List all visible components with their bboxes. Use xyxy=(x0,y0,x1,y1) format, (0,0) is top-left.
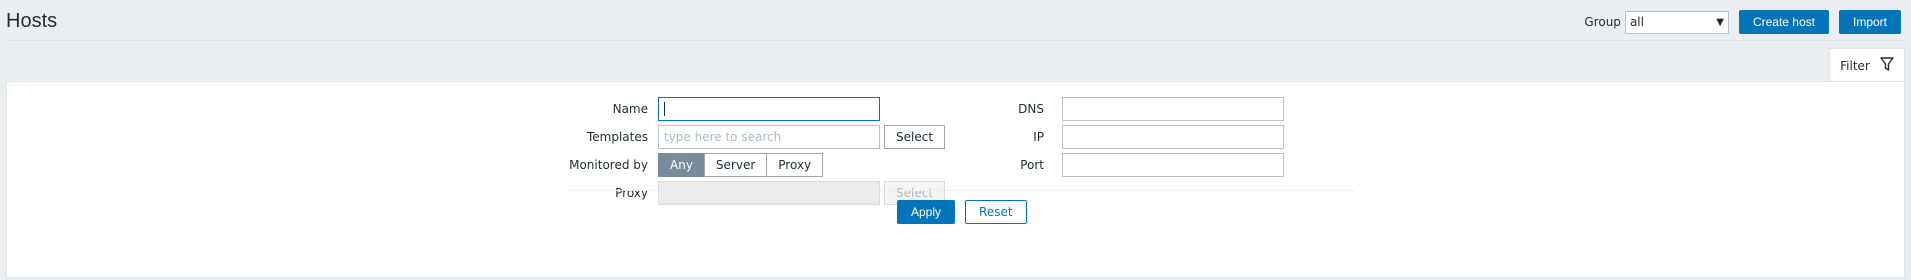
filter-panel: Name Templates type here to search Selec… xyxy=(6,81,1905,278)
monitored-by-server[interactable]: Server xyxy=(703,153,768,177)
monitored-by-row: Monitored by Any Server Proxy xyxy=(568,153,824,177)
dns-input[interactable] xyxy=(1062,97,1284,121)
port-input[interactable] xyxy=(1062,153,1284,177)
templates-select-button[interactable]: Select xyxy=(884,125,946,149)
form-divider xyxy=(568,190,1354,191)
group-select-value: all xyxy=(1629,15,1644,29)
import-button[interactable]: Import xyxy=(1838,10,1901,34)
templates-row: Templates type here to search Select xyxy=(568,125,946,149)
header-controls: Group all ▼ Create host Import xyxy=(1584,10,1901,34)
ip-row: IP xyxy=(992,125,1284,149)
name-row: Name xyxy=(568,97,880,121)
dns-label: DNS xyxy=(1018,102,1044,116)
tab-filter[interactable]: Filter xyxy=(1829,48,1905,82)
filter-icon xyxy=(1880,57,1894,74)
chevron-down-icon: ▼ xyxy=(1716,16,1724,28)
proxy-input xyxy=(658,181,880,205)
ip-input[interactable] xyxy=(1062,125,1284,149)
proxy-row: Proxy Select xyxy=(568,181,946,205)
page-title: Hosts xyxy=(6,10,58,32)
templates-input[interactable]: type here to search xyxy=(658,125,880,149)
dns-row: DNS xyxy=(992,97,1284,121)
monitored-by-proxy[interactable]: Proxy xyxy=(766,153,824,177)
port-label: Port xyxy=(1020,158,1044,172)
ip-label: IP xyxy=(1033,130,1044,144)
apply-button[interactable]: Apply xyxy=(897,200,956,224)
reset-button[interactable]: Reset xyxy=(965,200,1027,224)
group-label: Group xyxy=(1584,15,1621,29)
filter-actions: Apply Reset xyxy=(897,200,1027,224)
monitored-by-label: Monitored by xyxy=(569,158,648,172)
header-divider xyxy=(6,40,1905,41)
name-input[interactable] xyxy=(658,97,880,121)
group-select[interactable]: all ▼ xyxy=(1624,10,1729,34)
templates-label: Templates xyxy=(586,130,648,144)
monitored-by-segmented: Any Server Proxy xyxy=(658,153,824,177)
name-label: Name xyxy=(612,102,648,116)
proxy-label: Proxy xyxy=(615,186,648,200)
create-host-button[interactable]: Create host xyxy=(1738,10,1829,34)
filter-tab-label: Filter xyxy=(1840,58,1870,73)
port-row: Port xyxy=(992,153,1284,177)
text-caret xyxy=(664,102,665,116)
monitored-by-any[interactable]: Any xyxy=(658,153,705,177)
